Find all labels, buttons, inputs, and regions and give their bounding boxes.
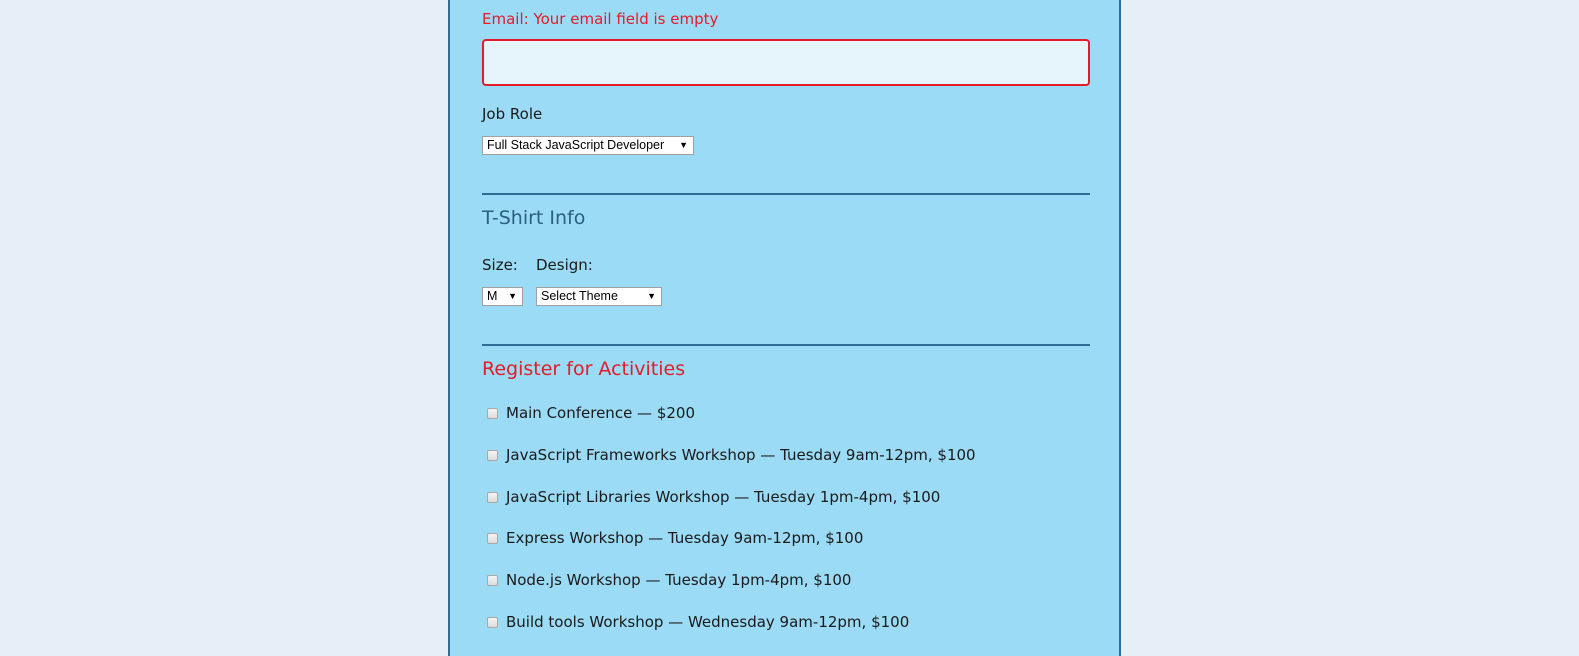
chevron-down-icon: ▼ [647, 291, 656, 301]
design-label: Design: [536, 256, 593, 274]
activity-label: JavaScript Libraries Workshop — Tuesday … [506, 488, 941, 506]
size-select[interactable]: M ▼ [482, 287, 523, 306]
activity-checkbox[interactable] [487, 408, 498, 419]
activity-label: Express Workshop — Tuesday 9am-12pm, $10… [506, 529, 864, 547]
design-select[interactable]: Select Theme ▼ [536, 287, 662, 306]
job-role-select[interactable]: Full Stack JavaScript Developer ▼ [482, 136, 694, 155]
size-label: Size: [482, 256, 518, 274]
email-error-label: Email: Your email field is empty [482, 10, 719, 28]
activity-checkbox[interactable] [487, 450, 498, 461]
activity-label: Node.js Workshop — Tuesday 1pm-4pm, $100 [506, 571, 852, 589]
section-divider [482, 193, 1090, 195]
activity-checkbox[interactable] [487, 533, 498, 544]
activity-label: Build tools Workshop — Wednesday 9am-12p… [506, 613, 910, 631]
section-divider [482, 344, 1090, 346]
activity-label: JavaScript Frameworks Workshop — Tuesday… [506, 446, 976, 464]
chevron-down-icon: ▼ [679, 140, 688, 150]
activity-checkbox[interactable] [487, 575, 498, 586]
job-role-label: Job Role [482, 105, 543, 123]
activities-section-title: Register for Activities [482, 358, 686, 380]
chevron-down-icon: ▼ [508, 291, 517, 301]
activity-label: Main Conference — $200 [506, 404, 696, 422]
registration-form: Email: Your email field is empty Job Rol… [448, 0, 1121, 656]
tshirt-section-title: T-Shirt Info [482, 207, 586, 229]
email-input[interactable] [482, 39, 1090, 86]
size-selected-value: M [487, 289, 498, 303]
design-selected-value: Select Theme [541, 289, 618, 303]
activity-checkbox[interactable] [487, 617, 498, 628]
activity-checkbox[interactable] [487, 492, 498, 503]
job-role-selected-value: Full Stack JavaScript Developer [487, 138, 665, 152]
